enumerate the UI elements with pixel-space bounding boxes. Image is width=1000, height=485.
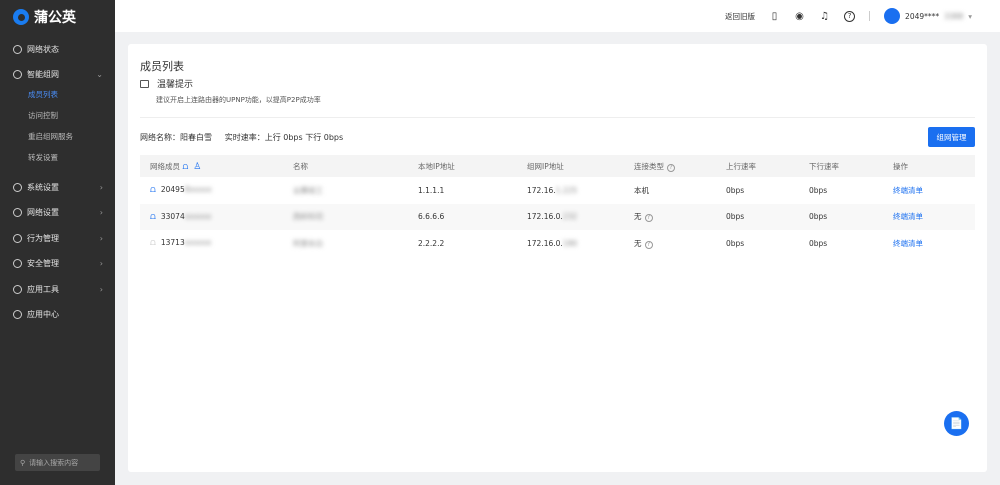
network-icon bbox=[13, 70, 22, 79]
network-info: 网络名称：阳春白雪 实时速率：上行 0bps 下行 0bps bbox=[140, 133, 344, 142]
topbar: 返回旧版 ▯ ◉ ♫ ? 2049**** 3388 ▾ bbox=[115, 0, 1000, 32]
help-icon[interactable]: ? bbox=[667, 163, 675, 172]
back-old-version-link[interactable]: 返回旧版 bbox=[725, 11, 755, 22]
column-header: 下行速率 bbox=[809, 155, 893, 177]
main-card: 成员列表 温馨提示 建议开启上连路由器的UPNP功能，以提高P2P成功率 网络名… bbox=[128, 44, 987, 472]
terminal-list-link[interactable]: 终端清单 bbox=[893, 186, 923, 195]
sidebar-item[interactable]: 安全管理 › bbox=[0, 253, 115, 275]
column-header: 连接类型? bbox=[634, 155, 726, 177]
chevron-right-icon: › bbox=[99, 259, 103, 268]
chevron-right-icon: › bbox=[99, 284, 103, 294]
logo: 蒲公英 bbox=[0, 0, 115, 34]
column-header: 操作 bbox=[893, 155, 975, 177]
table-row: ⩍ 33074xxxxxx 西岭科司 6.6.6.6 172.16.0.232 无… bbox=[140, 203, 975, 230]
chevron-down-icon: ▾ bbox=[968, 11, 972, 21]
shield-icon bbox=[13, 259, 22, 268]
router-icon: ⩍ bbox=[150, 238, 156, 249]
sidebar-item[interactable]: 应用中心 bbox=[0, 304, 115, 326]
column-header: 网络成员 ⩍ ♙ bbox=[140, 155, 293, 177]
terminal-list-link[interactable]: 终端清单 bbox=[893, 239, 923, 248]
router-filter-icon[interactable]: ⩍ bbox=[182, 162, 188, 172]
search-icon: ⚲ bbox=[20, 458, 26, 467]
tip-description: 建议开启上连路由器的UPNP功能，以提高P2P成功率 bbox=[156, 96, 321, 104]
list-icon bbox=[13, 208, 22, 217]
page-title: 成员列表 bbox=[140, 60, 184, 73]
robot-icon[interactable]: ◉ bbox=[794, 11, 805, 22]
column-header: 名称 bbox=[293, 155, 418, 177]
sidebar-item[interactable]: 智能组网 ⌄ bbox=[0, 64, 115, 86]
avatar bbox=[884, 8, 901, 24]
phone-icon[interactable]: ▯ bbox=[769, 11, 780, 22]
sidebar-item[interactable]: 行为管理 › bbox=[0, 227, 115, 249]
chevron-right-icon: › bbox=[99, 233, 103, 243]
tool-icon bbox=[13, 284, 22, 294]
column-header: 本地IP地址 bbox=[418, 155, 527, 177]
chevron-down-icon: ⌄ bbox=[96, 70, 103, 79]
chevron-right-icon: › bbox=[99, 182, 103, 192]
help-icon[interactable]: ? bbox=[644, 240, 653, 249]
user-filter-icon[interactable]: ♙ bbox=[193, 162, 201, 172]
document-fab-button[interactable]: 📄 bbox=[944, 411, 969, 436]
column-header: 上行速率 bbox=[726, 155, 809, 177]
router-icon: ⩍ bbox=[150, 211, 156, 222]
sidebar-subitem[interactable]: 转发设置 bbox=[28, 152, 58, 163]
user-menu[interactable]: 2049**** 3388 ▾ bbox=[884, 8, 972, 24]
router-icon: ⩍ bbox=[150, 185, 156, 196]
grid-icon bbox=[13, 310, 22, 319]
divider bbox=[140, 117, 975, 118]
tip: 温馨提示 bbox=[140, 77, 193, 90]
sidebar-item[interactable]: 网络设置 › bbox=[0, 202, 115, 224]
sidebar-subitem[interactable]: 访问控制 bbox=[28, 110, 58, 121]
help-icon[interactable]: ? bbox=[644, 214, 653, 223]
table-row: ⩍ 204958xxxxx 云赛组工 1.1.1.1 172.16.1.225 本… bbox=[150, 185, 923, 196]
bell-icon[interactable]: ♫ bbox=[819, 11, 830, 22]
globe-icon bbox=[13, 44, 22, 54]
sidebar-subitem[interactable]: 成员列表 bbox=[28, 89, 58, 100]
column-header: 组网IP地址 bbox=[527, 155, 634, 177]
sidebar-item[interactable]: 系统设置 › bbox=[0, 176, 115, 198]
logo-icon bbox=[13, 9, 29, 25]
table-row: ⩍ 13713xxxxxx 阿里长白 2.2.2.2 172.16.0.180 无… bbox=[150, 238, 923, 249]
sidebar-subitem[interactable]: 重启组网服务 bbox=[28, 131, 73, 142]
search-input[interactable]: ⚲ 请输入搜索内容 bbox=[15, 454, 100, 471]
chevron-right-icon: › bbox=[99, 208, 103, 217]
behavior-icon bbox=[13, 233, 22, 243]
sidebar-item[interactable]: 应用工具 › bbox=[0, 278, 115, 300]
network-manage-button[interactable]: 组网管理 bbox=[928, 127, 975, 147]
sidebar: 蒲公英 网络状态智能组网 ⌄ 成员列表访问控制重启组网服务 转发设置系统设置 › 网络设置… bbox=[0, 0, 115, 485]
help-icon[interactable]: ? bbox=[844, 10, 856, 22]
sidebar-item[interactable]: 网络状态 bbox=[0, 38, 115, 60]
terminal-list-link[interactable]: 终端清单 bbox=[893, 212, 923, 221]
divider bbox=[869, 11, 871, 21]
member-table: 网络成员 ⩍ ♙ 名称 本地IP地址 组网IP地址 连接类型? 上行速率 下行速率 操作 ⩍ 20… bbox=[140, 155, 975, 257]
gear-icon bbox=[13, 182, 22, 192]
info-icon bbox=[140, 79, 149, 88]
